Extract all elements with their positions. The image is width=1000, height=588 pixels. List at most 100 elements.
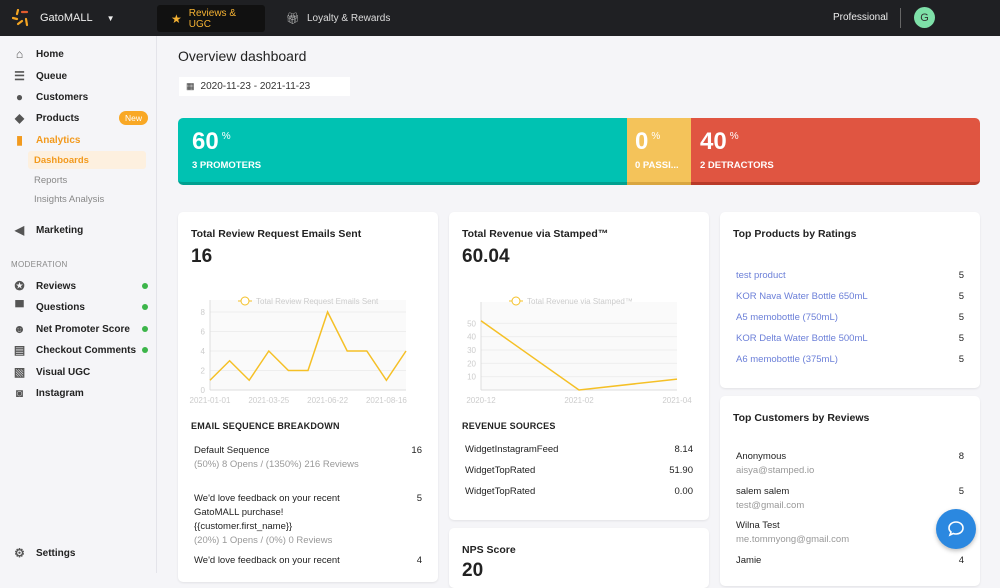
status-dot bbox=[142, 304, 148, 310]
product-link[interactable]: test product bbox=[736, 269, 786, 283]
image-icon: ▧ bbox=[13, 365, 26, 379]
chat-icon: ▀ bbox=[15, 300, 24, 314]
smiley-icon: ☻ bbox=[13, 322, 26, 336]
x-tick-label: 2021-04 bbox=[662, 396, 692, 405]
comment-icon: ▤ bbox=[13, 343, 26, 357]
sidebar-item-queue[interactable]: ☰ Queue bbox=[13, 67, 148, 85]
list-item: KOR Delta Water Bottle 500mL 5 bbox=[736, 332, 964, 346]
list-item: Jamie 4 bbox=[736, 555, 964, 566]
y-tick-label: 2 bbox=[201, 367, 206, 376]
status-dot bbox=[142, 347, 148, 353]
gift-icon: 🎁︎ bbox=[286, 13, 300, 25]
sidebar-item-label: Net Promoter Score bbox=[36, 323, 130, 335]
star-icon: ★ bbox=[171, 11, 182, 26]
emails-card: Total Review Request Emails Sent 16 0246… bbox=[178, 212, 438, 582]
sidebar-item-checkout-comments[interactable]: ▤ Checkout Comments bbox=[13, 341, 148, 359]
product-link[interactable]: A6 memobottle (375mL) bbox=[736, 353, 838, 367]
sidebar-item-reviews[interactable]: ✪ Reviews bbox=[13, 277, 148, 295]
product-link[interactable]: KOR Delta Water Bottle 500mL bbox=[736, 332, 868, 346]
y-tick-label: 6 bbox=[201, 328, 206, 337]
sidebar-item-label: Settings bbox=[36, 547, 76, 559]
sidebar-item-instagram[interactable]: ◙ Instagram bbox=[13, 384, 148, 402]
nps-score-card: NPS Score 20 bbox=[449, 528, 709, 588]
chevron-down-icon: ▼ bbox=[106, 13, 115, 23]
passives-label: 0 PASSI... bbox=[635, 160, 679, 171]
y-tick-label: 8 bbox=[201, 308, 206, 317]
sidebar-item-visual-ugc[interactable]: ▧ Visual UGC bbox=[13, 363, 148, 381]
sidebar-item-nps[interactable]: ☻ Net Promoter Score bbox=[13, 320, 148, 338]
y-tick-label: 40 bbox=[467, 333, 476, 342]
x-tick-label: 2021-02 bbox=[564, 396, 594, 405]
detractors-percent: 40% bbox=[700, 128, 739, 155]
legend-label: Total Revenue via Stamped™ bbox=[527, 297, 633, 306]
x-tick-label: 2020-12 bbox=[466, 396, 496, 405]
list-item: WidgetTopRated 51.90 bbox=[465, 465, 693, 476]
nps-promoters: 60% 3 PROMOTERS bbox=[178, 118, 627, 185]
legend-marker bbox=[511, 296, 521, 306]
status-dot bbox=[142, 283, 148, 289]
legend-label: Total Review Request Emails Sent bbox=[256, 297, 379, 306]
product-link[interactable]: A5 memobottle (750mL) bbox=[736, 311, 838, 325]
sidebar-item-analytics[interactable]: ▮ Analytics bbox=[13, 131, 148, 149]
list-item: A5 memobottle (750mL) 5 bbox=[736, 311, 964, 325]
store-name: GatoMALL bbox=[40, 12, 93, 24]
section-heading: EMAIL SEQUENCE BREAKDOWN bbox=[191, 421, 340, 431]
nps-detractors: 40% 2 DETRACTORS bbox=[691, 118, 980, 185]
product-link[interactable]: KOR Nava Water Bottle 650mL bbox=[736, 290, 868, 304]
sidebar-item-home[interactable]: ⌂ Home bbox=[13, 45, 148, 63]
sidebar-item-settings[interactable]: ⚙ Settings bbox=[13, 544, 148, 562]
card-title: Top Customers by Reviews bbox=[733, 412, 870, 424]
sidebar-item-label: Customers bbox=[36, 91, 89, 103]
y-tick-label: 10 bbox=[467, 373, 476, 382]
x-tick-label: 2021-06-22 bbox=[307, 396, 348, 405]
sidebar-item-marketing[interactable]: ◀ Marketing bbox=[13, 221, 148, 239]
sidebar-item-questions[interactable]: ▀ Questions bbox=[13, 298, 148, 316]
passives-percent: 0% bbox=[635, 128, 661, 155]
star-circle-icon: ✪ bbox=[14, 279, 25, 293]
date-range-value: 2020-11-23 - 2021-11-23 bbox=[200, 81, 311, 92]
list-item: We'd love feedback on your recent GatoMA… bbox=[194, 493, 422, 546]
y-tick-label: 4 bbox=[201, 347, 206, 356]
chat-button[interactable] bbox=[936, 509, 976, 549]
sidebar-item-dashboards[interactable]: Dashboards bbox=[28, 151, 146, 169]
nps-passives: 0% 0 PASSI... bbox=[627, 118, 691, 185]
x-tick-label: 2021-01-01 bbox=[190, 396, 231, 405]
tab-reviews-ugc[interactable]: ★ Reviews & UGC bbox=[157, 5, 265, 32]
sidebar-item-label: Questions bbox=[36, 301, 85, 313]
legend-marker bbox=[240, 296, 250, 306]
page-title: Overview dashboard bbox=[178, 48, 307, 64]
megaphone-icon: ◀ bbox=[14, 223, 25, 237]
top-customers-card: Top Customers by Reviews Anonymous aisya@… bbox=[720, 396, 980, 586]
y-tick-label: 30 bbox=[467, 346, 476, 355]
plan-label: Professional bbox=[833, 12, 889, 23]
detractors-label: 2 DETRACTORS bbox=[700, 160, 774, 171]
sidebar-item-label: Checkout Comments bbox=[36, 344, 137, 356]
tab-loyalty-rewards[interactable]: 🎁︎ Loyalty & Rewards bbox=[272, 5, 404, 32]
sidebar-item-label: Marketing bbox=[36, 224, 84, 236]
divider bbox=[900, 8, 901, 28]
home-icon: ⌂ bbox=[15, 47, 24, 61]
sidebar-item-reports[interactable]: Reports bbox=[28, 171, 146, 189]
revenue-chart: 10 20 30 40 50 2020-12 2021-02 2021-04 Total Rev… bbox=[466, 296, 692, 405]
avatar[interactable]: G bbox=[914, 7, 935, 28]
sidebar-item-products[interactable]: ◆ Products New bbox=[13, 109, 148, 127]
sidebar-item-insights[interactable]: Insights Analysis bbox=[28, 190, 146, 208]
sidebar-item-label: Home bbox=[36, 48, 64, 60]
list-item: Default Sequence (50%) 8 Opens / (1350%) … bbox=[194, 445, 422, 470]
promoters-percent: 60% bbox=[192, 128, 231, 155]
section-heading: REVENUE SOURCES bbox=[462, 421, 556, 431]
tab-label: Reviews & UGC bbox=[188, 7, 237, 30]
top-bar: GatoMALL ▼ ★ Reviews & UGC 🎁︎ Loyalty & Re… bbox=[0, 0, 1000, 36]
top-products-card: Top Products by Ratings test product 5 KO… bbox=[720, 212, 980, 388]
x-tick-label: 2021-03-25 bbox=[248, 396, 289, 405]
calendar-icon: ▦ bbox=[186, 81, 195, 91]
card-value: 20 bbox=[462, 560, 484, 581]
sidebar-item-label: Analytics bbox=[36, 134, 81, 146]
list-item: test product 5 bbox=[736, 269, 964, 283]
new-badge: New bbox=[118, 111, 148, 125]
list-item: WidgetInstagramFeed 8.14 bbox=[465, 444, 693, 455]
y-tick-label: 20 bbox=[467, 359, 476, 368]
date-range-picker[interactable]: ▦ 2020-11-23 - 2021-11-23 bbox=[179, 77, 350, 96]
store-switcher[interactable]: GatoMALL ▼ bbox=[12, 9, 115, 27]
sidebar-item-customers[interactable]: ● Customers bbox=[13, 88, 148, 106]
